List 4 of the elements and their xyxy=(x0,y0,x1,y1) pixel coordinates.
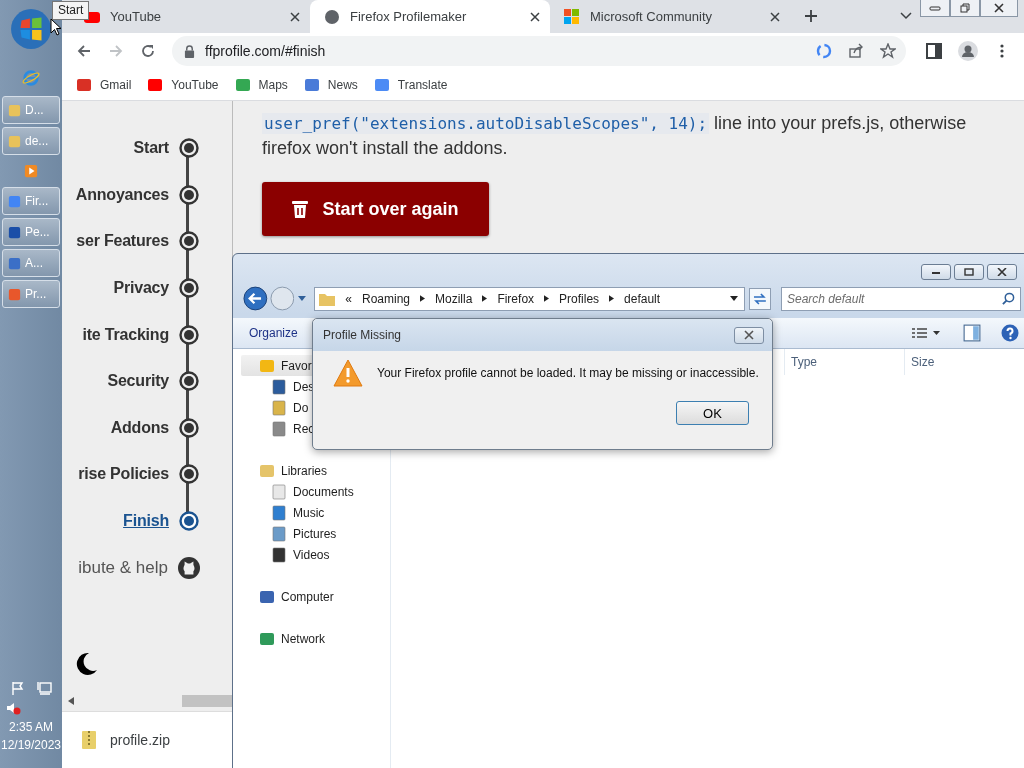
tooltip: Start xyxy=(52,1,90,20)
instruction-text: user_pref("extensions.autoDisableScopes", 14); line into your prefs.js, otherwise firefox won't install the addons. xyxy=(262,112,968,160)
dialog-message: Your Firefox profile cannot be loaded. It may be missing or inaccessible. xyxy=(377,366,759,380)
dialog-title: Profile Missing xyxy=(323,328,402,342)
